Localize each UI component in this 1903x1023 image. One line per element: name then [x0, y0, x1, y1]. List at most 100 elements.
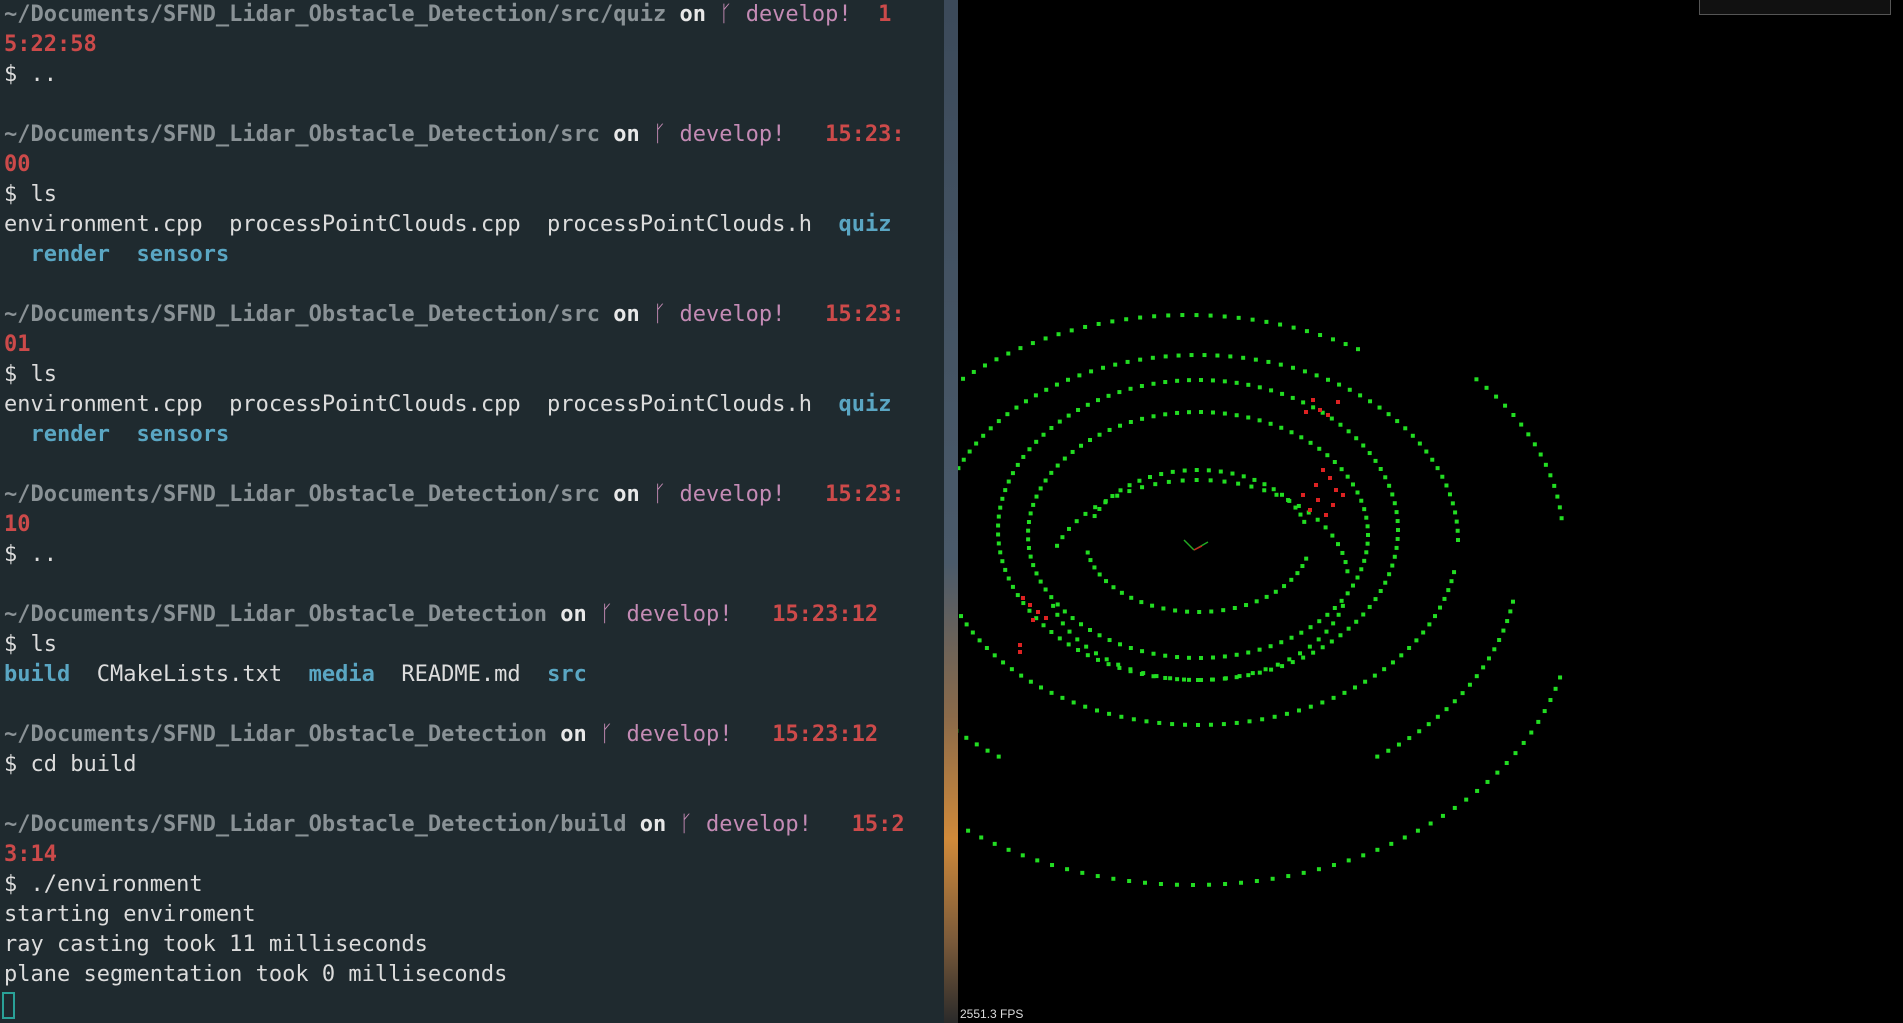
ground-point — [1018, 346, 1023, 351]
ground-point — [1031, 502, 1036, 507]
ground-point — [1407, 645, 1412, 650]
prompt-time: 15:23: — [798, 482, 905, 507]
ground-point — [1070, 449, 1075, 454]
ground-point — [1559, 516, 1564, 521]
ground-point — [1337, 382, 1342, 387]
terminal-text: starting enviroment — [4, 902, 256, 927]
ground-point — [1151, 674, 1156, 679]
terminal-line: 01 — [4, 330, 31, 360]
ground-point — [1390, 563, 1395, 568]
ground-point — [1049, 425, 1054, 430]
prompt-time: 15:23:12 — [745, 602, 879, 627]
ground-point — [1101, 365, 1106, 370]
ground-point — [1026, 546, 1031, 551]
ground-point — [971, 369, 976, 374]
ground-point — [1043, 587, 1048, 592]
ground-point — [1003, 488, 1008, 493]
point-cloud-canvas[interactable] — [958, 0, 1903, 1023]
terminal-line: $ ./environment — [4, 870, 203, 900]
terminal-line: $ cd build — [4, 750, 136, 780]
ground-point — [1447, 492, 1452, 497]
ground-point — [1170, 722, 1175, 727]
ground-point — [1097, 506, 1102, 511]
ground-point — [1110, 319, 1115, 324]
ground-point — [1396, 742, 1401, 747]
ground-point — [1450, 501, 1455, 506]
ground-point — [1536, 719, 1541, 724]
ground-point — [1117, 390, 1122, 395]
ground-point — [1460, 691, 1465, 696]
ground-point — [1150, 603, 1155, 608]
ground-point — [996, 514, 1001, 519]
ground-point — [1234, 675, 1239, 680]
ground-point — [1210, 677, 1215, 682]
ground-point — [1486, 656, 1491, 661]
ground-point — [1435, 714, 1440, 719]
ground-point — [1234, 652, 1239, 657]
prompt-path: ~/Documents/SFND_Lidar_Obstacle_Detectio… — [4, 722, 548, 747]
ground-point — [1234, 720, 1239, 725]
directory-entry: render — [30, 422, 110, 447]
terminal-window[interactable]: ~/Documents/SFND_Lidar_Obstacle_Detectio… — [0, 0, 944, 1023]
ground-point — [1474, 377, 1479, 382]
ground-point — [1367, 604, 1372, 609]
terminal-line: build CMakeLists.txt media README.md src — [4, 660, 587, 690]
ground-point — [1415, 828, 1420, 833]
ground-point — [1060, 695, 1065, 700]
ground-point — [1151, 651, 1156, 656]
ground-point — [1289, 430, 1294, 435]
ground-point — [1557, 505, 1562, 510]
window-divider[interactable] — [944, 0, 958, 1023]
terminal-line: render sensors — [4, 420, 230, 450]
obstacle-point — [1304, 410, 1308, 414]
prompt-path: ~/Documents/SFND_Lidar_Obstacle_Detectio… — [4, 812, 627, 837]
ground-point — [1302, 369, 1307, 374]
ground-point — [1067, 526, 1072, 531]
ground-point — [1000, 559, 1005, 564]
ground-point — [1138, 357, 1143, 362]
ground-point — [1492, 647, 1497, 652]
ground-point — [1107, 711, 1112, 716]
ground-point — [1198, 378, 1203, 383]
ground-point — [1287, 498, 1292, 503]
ground-point — [1038, 579, 1043, 584]
ground-point — [996, 532, 1001, 537]
ground-point — [1119, 590, 1124, 595]
obstacle-point — [1018, 650, 1022, 654]
ground-point — [1043, 336, 1048, 341]
ground-point — [1417, 729, 1422, 734]
ground-point — [1222, 411, 1227, 416]
obstacle-point — [1044, 616, 1048, 620]
ground-point — [1104, 579, 1109, 584]
ground-point — [1062, 456, 1067, 461]
ground-point — [1083, 324, 1088, 329]
ground-point — [1246, 382, 1251, 387]
ground-point — [1232, 605, 1237, 610]
ground-point — [1127, 489, 1132, 494]
ground-point — [1085, 402, 1090, 407]
ground-point — [1010, 471, 1015, 476]
pcl-viewer-window[interactable]: 2551.3 FPS — [958, 0, 1903, 1023]
ground-point — [1096, 321, 1101, 326]
ground-point — [1093, 651, 1098, 656]
ground-point — [1181, 677, 1186, 682]
ground-point — [1103, 500, 1108, 505]
ground-point — [1055, 602, 1060, 607]
ground-point — [1083, 704, 1088, 709]
ground-point — [1311, 650, 1316, 655]
directory-entry: src — [547, 662, 587, 687]
ground-point — [1553, 686, 1558, 691]
ground-point — [1128, 386, 1133, 391]
ground-point — [1030, 341, 1035, 346]
ground-point — [1295, 571, 1300, 576]
ground-point — [1386, 748, 1391, 753]
obstacle-point — [1318, 408, 1322, 412]
ground-point — [1308, 625, 1313, 630]
ground-point — [1148, 475, 1153, 480]
ground-point — [1555, 494, 1560, 499]
terminal-cursor — [2, 992, 15, 1019]
prompt-time: 15:2 — [825, 812, 905, 837]
ground-point — [1320, 700, 1325, 705]
ground-point — [1041, 432, 1046, 437]
ground-point — [1262, 482, 1267, 487]
